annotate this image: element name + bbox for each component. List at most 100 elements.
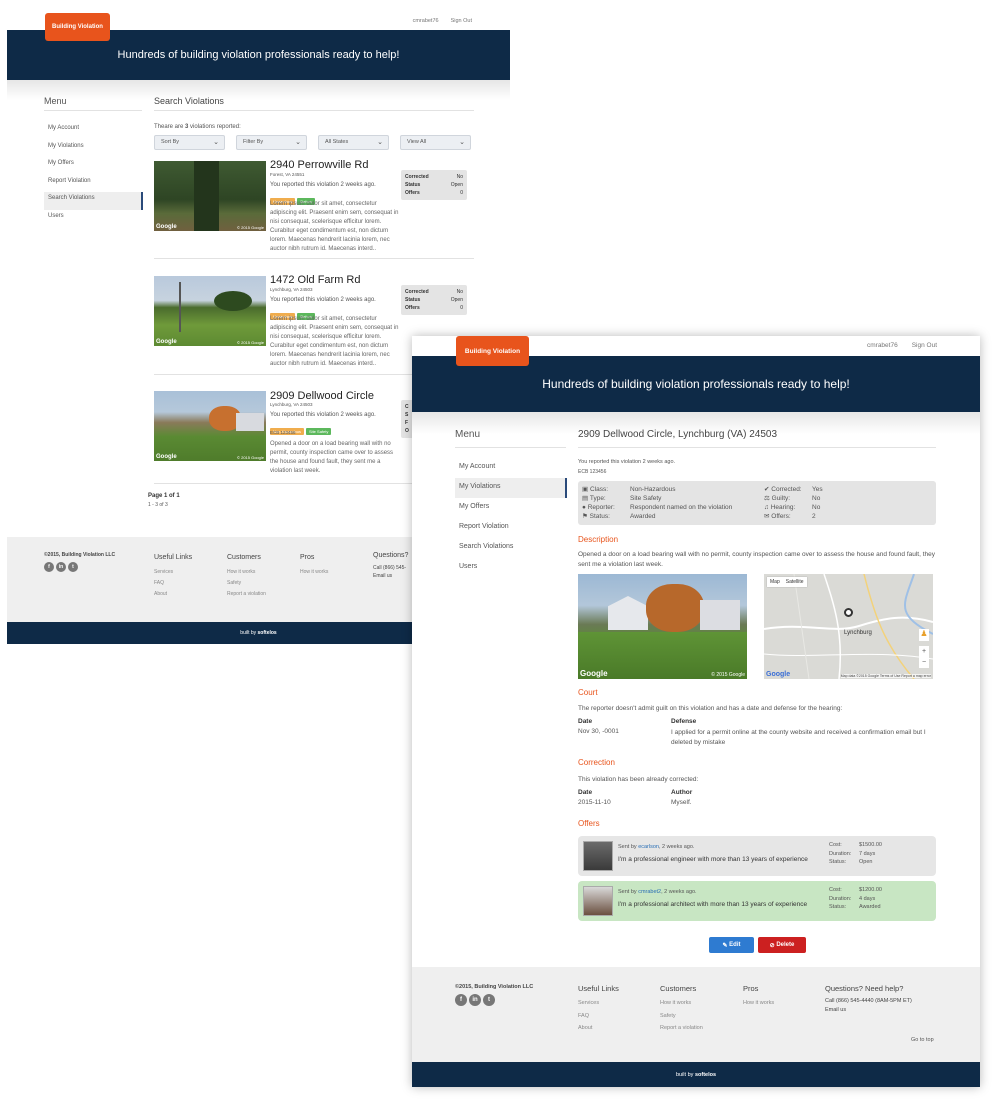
menu-report-violation[interactable]: Report Violation — [44, 175, 143, 193]
violation-location: Forest, VA 24551 — [270, 172, 305, 177]
offer-user-link[interactable]: cmrabet2 — [638, 889, 661, 895]
violation-title[interactable]: 1472 Old Farm Rd — [270, 274, 360, 286]
zoom-out-icon[interactable]: − — [919, 657, 929, 668]
menu-my-offers[interactable]: My Offers — [455, 498, 567, 518]
signout-link[interactable]: Sign Out — [912, 342, 937, 349]
footer-link-how-it-works[interactable]: How it works — [227, 567, 266, 578]
avatar — [583, 886, 613, 916]
photo-credit: © 2015 Google — [711, 672, 745, 678]
menu-search-violations[interactable]: Search Violations — [44, 192, 143, 210]
linkedin-icon[interactable]: in — [469, 994, 481, 1006]
edit-label: Edit — [729, 942, 741, 948]
info-label: ▣ Class: — [582, 486, 609, 493]
info-left: ▣ Class: Non-Hazardous ▤ Type: Site Safety… — [582, 485, 732, 521]
duration-label: Duration: — [829, 850, 852, 857]
footer-email-link[interactable]: Email us — [373, 572, 408, 580]
username-link[interactable]: cmrabet76 — [413, 18, 439, 24]
built-by-prefix: built by — [240, 630, 257, 636]
footer-link-safety[interactable]: Safety — [227, 578, 266, 589]
cost-label: Cost: — [829, 842, 842, 848]
violation-info-box: ▣ Class: Non-Hazardous ▤ Type: Site Safety… — [578, 481, 936, 525]
violation-title[interactable]: 2909 Dellwood Circle — [270, 390, 374, 402]
stat-label: Offers — [405, 305, 420, 311]
reported-text: You reported this violation 2 weeks ago. — [578, 459, 676, 465]
built-by-link[interactable]: softelos — [695, 1072, 716, 1078]
footer-link-report[interactable]: Report a violation — [227, 589, 266, 600]
map-roads — [764, 574, 933, 679]
menu-search-violations[interactable]: Search Violations — [455, 538, 567, 558]
correction-date: 2015-11-10 — [578, 799, 611, 806]
offer-user-link[interactable]: ecarlson — [638, 844, 659, 850]
footer-link-services[interactable]: Services — [154, 567, 192, 578]
stat-value: Open — [450, 297, 463, 303]
street-photo: Google © 2015 Google — [154, 276, 266, 346]
footer-copyright-col: ©2015, Building Violation LLC f in t — [44, 552, 115, 572]
menu-report-violation[interactable]: Report Violation — [455, 518, 567, 538]
offer-text: I'm a professional architect with more t… — [618, 901, 808, 908]
violation-title[interactable]: 2940 Perrowville Rd — [270, 159, 368, 171]
footer-link-about[interactable]: About — [154, 589, 192, 600]
footer-link-safety[interactable]: Safety — [660, 1010, 703, 1023]
footer-email-link[interactable]: Email us — [825, 1006, 912, 1015]
offer-cost: $1500.00 — [859, 842, 882, 848]
menu-my-account[interactable]: My Account — [455, 458, 567, 478]
sort-by-select[interactable]: Sort By ⌄ — [154, 135, 225, 150]
footer-link-how-it-works[interactable]: How it works — [660, 997, 703, 1010]
filter-by-select[interactable]: Filter By ⌄ — [236, 135, 307, 150]
menu-my-violations[interactable]: My Violations — [455, 478, 567, 498]
ecb-code: ECB 123456 — [270, 430, 296, 435]
map-pin-icon[interactable] — [844, 608, 853, 617]
stat-value: 0 — [460, 190, 463, 196]
footer-link-pros-how[interactable]: How it works — [300, 567, 328, 578]
photo-credit: © 2015 Google — [237, 455, 264, 460]
delete-button[interactable]: ⊘ Delete — [758, 937, 806, 953]
twitter-icon[interactable]: t — [68, 562, 78, 572]
logo[interactable]: Building Violation — [456, 336, 529, 366]
violation-description: Lorem ipsum dolor sit amet, consectetur … — [270, 316, 399, 367]
signout-link[interactable]: Sign Out — [451, 18, 472, 24]
built-by-link[interactable]: softelos — [258, 630, 277, 636]
stat-label: Status — [405, 297, 421, 303]
twitter-icon[interactable]: t — [483, 994, 495, 1006]
footer-link-about[interactable]: About — [578, 1022, 619, 1035]
violation-location: Lynchburg, VA 24503 — [270, 287, 313, 292]
menu-my-offers[interactable]: My Offers — [44, 157, 143, 175]
location-map[interactable]: Map Satellite Lynchburg ♟ + − Google Map … — [764, 574, 933, 679]
pagination-range: 1 - 3 of 3 — [148, 502, 168, 508]
menu-users[interactable]: Users — [455, 558, 567, 578]
street-photo: Google © 2015 Google — [154, 161, 266, 231]
linkedin-icon[interactable]: in — [56, 562, 66, 572]
top-links: cmrabet76 Sign Out — [867, 342, 937, 349]
footer-link-report[interactable]: Report a violation — [660, 1022, 703, 1035]
footer-pros: Pros How it works — [743, 984, 774, 1010]
stat-label: Status — [405, 182, 421, 188]
offer-card[interactable]: Sent by ecarlson, 2 weeks ago. I'm a pro… — [578, 836, 936, 876]
edit-button[interactable]: ✎ Edit — [709, 937, 754, 953]
view-select[interactable]: View All ⌄ — [400, 135, 471, 150]
menu-my-violations[interactable]: My Violations — [44, 140, 143, 158]
banner-text: Hundreds of building violation professio… — [117, 49, 400, 61]
footer-link-pros-how[interactable]: How it works — [743, 997, 774, 1010]
menu-my-account[interactable]: My Account — [44, 122, 143, 140]
offer-card[interactable]: Sent by cmrabet2, 2 weeks ago. I'm a pro… — [578, 881, 936, 921]
violation-location: Lynchburg, VA 24503 — [270, 402, 313, 407]
zoom-in-icon[interactable]: + — [919, 646, 929, 657]
menu-title: Menu — [44, 96, 67, 106]
logo[interactable]: Building Violation — [45, 13, 110, 41]
footer-link-faq[interactable]: FAQ — [578, 1010, 619, 1023]
google-watermark: Google — [156, 224, 177, 230]
facebook-icon[interactable]: f — [44, 562, 54, 572]
go-to-top-link[interactable]: Go to top — [911, 1037, 934, 1043]
footer-link-faq[interactable]: FAQ — [154, 578, 192, 589]
info-value: No — [812, 495, 821, 502]
menu-users[interactable]: Users — [44, 210, 143, 228]
footer-link-services[interactable]: Services — [578, 997, 619, 1010]
pegman-icon[interactable]: ♟ — [919, 629, 929, 641]
facebook-icon[interactable]: f — [455, 994, 467, 1006]
map-tab-satellite[interactable]: Satellite — [786, 579, 804, 585]
map-tab-map[interactable]: Map — [770, 579, 780, 585]
stat-value: Open — [450, 182, 463, 188]
state-select[interactable]: All States ⌄ — [318, 135, 389, 150]
page-title: 2909 Dellwood Circle, Lynchburg (VA) 245… — [578, 429, 777, 440]
username-link[interactable]: cmrabet76 — [867, 342, 898, 349]
